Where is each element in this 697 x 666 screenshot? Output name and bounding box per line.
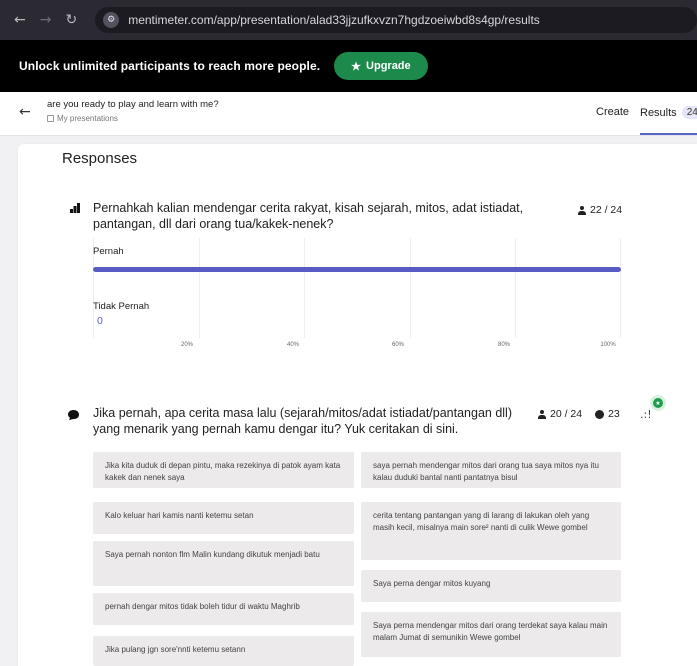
response-text: Kalo keluar hari kamis nanti ketemu seta… [105, 511, 254, 520]
speech-bubble-icon [68, 410, 79, 420]
chart-gridline [410, 238, 411, 338]
person-icon [538, 409, 546, 419]
participants-count: 22 / 24 [590, 204, 623, 216]
upgrade-label: Upgrade [366, 60, 411, 72]
app-header: ← are you ready to play and learn with m… [0, 92, 697, 136]
tab-results[interactable]: Results 24 [640, 106, 697, 119]
response-card: cerita tentang pantangan yang di larang … [361, 502, 621, 560]
response-text: Saya perna dengar mitos kuyang [373, 579, 491, 588]
response-card: Saya perna dengar mitos kuyang [361, 570, 621, 602]
question-1-text: Pernahkah kalian mendengar cerita rakyat… [93, 201, 524, 231]
chart-gridline [620, 238, 621, 338]
question-2-responses: 23 [595, 408, 620, 420]
option-label-pernah: Pernah [93, 246, 124, 257]
response-card: Saya perna mendengar mitos dari orang te… [361, 612, 621, 657]
promo-text: Unlock unlimited participants to reach m… [19, 59, 321, 73]
results-count-badge: 24 [681, 106, 697, 119]
breadcrumb[interactable]: My presentations [47, 114, 118, 123]
back-arrow-icon[interactable]: ← [19, 104, 31, 120]
tab-create[interactable]: Create [596, 106, 629, 118]
presentation-title[interactable]: are you ready to play and learn with me? [47, 99, 219, 110]
response-text: cerita tentang pantangan yang di larang … [373, 511, 590, 532]
breadcrumb-label: My presentations [57, 114, 118, 123]
response-card: Saya pernah nonton flm Malin kundang dik… [93, 541, 354, 586]
response-card: Jika kita duduk di depan pintu, maka rez… [93, 452, 354, 488]
star-icon: ★ [351, 60, 362, 73]
participants-count: 20 / 24 [550, 408, 583, 420]
response-card: saya pernah mendengar mitos dari orang t… [361, 452, 621, 488]
comment-icon [595, 409, 604, 419]
url-text[interactable]: mentimeter.com/app/presentation/alad33jj… [128, 13, 540, 27]
back-icon[interactable]: ← [14, 12, 26, 28]
bar-chart-icon [70, 203, 80, 213]
star-badge-icon[interactable]: ★ [653, 398, 663, 408]
responses-count: 23 [608, 408, 620, 420]
tune-icon[interactable]: ⚙ [103, 12, 120, 28]
bar-value-tidak-pernah: 0 [97, 315, 103, 327]
tick-label: 100% [600, 342, 616, 348]
response-text: saya pernah mendengar mitos dari orang t… [373, 461, 599, 482]
active-tab-indicator [640, 133, 697, 135]
question-2-participants: 20 / 24 [538, 408, 582, 420]
tick-label: 20% [180, 342, 194, 348]
question-2-text: Jika pernah, apa cerita masa lalu (sejar… [93, 406, 512, 436]
chart-gridline [304, 238, 305, 338]
response-card: Jika pulang jgn sore'nnti ketemu setann [93, 636, 354, 666]
bar-pernah [93, 267, 621, 272]
response-card: Kalo keluar hari kamis nanti ketemu seta… [93, 502, 354, 534]
address-bar[interactable]: ⚙ mentimeter.com/app/presentation/alad33… [95, 7, 697, 33]
chart-gridline [515, 238, 516, 338]
forward-icon[interactable]: → [40, 12, 52, 28]
tab-create-label: Create [596, 106, 630, 118]
signal-bars-icon[interactable]: .:! [640, 408, 652, 421]
tick-label: 40% [286, 342, 300, 348]
question-1-participants: 22 / 24 [578, 204, 622, 216]
response-text: Jika kita duduk di depan pintu, maka rez… [105, 461, 341, 482]
response-text: Jika pulang jgn sore'nnti ketemu setann [105, 645, 246, 654]
chart-gridline [199, 238, 200, 338]
response-text: Saya pernah nonton flm Malin kundang dik… [105, 550, 320, 559]
response-text: Saya perna mendengar mitos dari orang te… [373, 621, 608, 642]
section-title: Responses [62, 150, 138, 167]
response-card: pernah dengar mitos tidak boleh tidur di… [93, 593, 354, 625]
response-text: pernah dengar mitos tidak boleh tidur di… [105, 602, 300, 611]
person-icon [578, 205, 586, 215]
reload-icon[interactable]: ↻ [65, 12, 77, 28]
upgrade-button[interactable]: ★ Upgrade [334, 52, 428, 80]
browser-toolbar: ← → ↻ ⚙ mentimeter.com/app/presentation/… [0, 0, 697, 40]
tick-label: 60% [391, 342, 405, 348]
question-1-chart: Pernah Tidak Pernah 0 20% 40% 60% 80% 10… [93, 238, 621, 348]
folder-icon [47, 115, 54, 122]
option-label-tidak-pernah: Tidak Pernah [93, 301, 150, 312]
promo-banner: Unlock unlimited participants to reach m… [0, 40, 697, 92]
tick-label: 80% [497, 342, 511, 348]
tab-results-label: Results [640, 106, 677, 119]
